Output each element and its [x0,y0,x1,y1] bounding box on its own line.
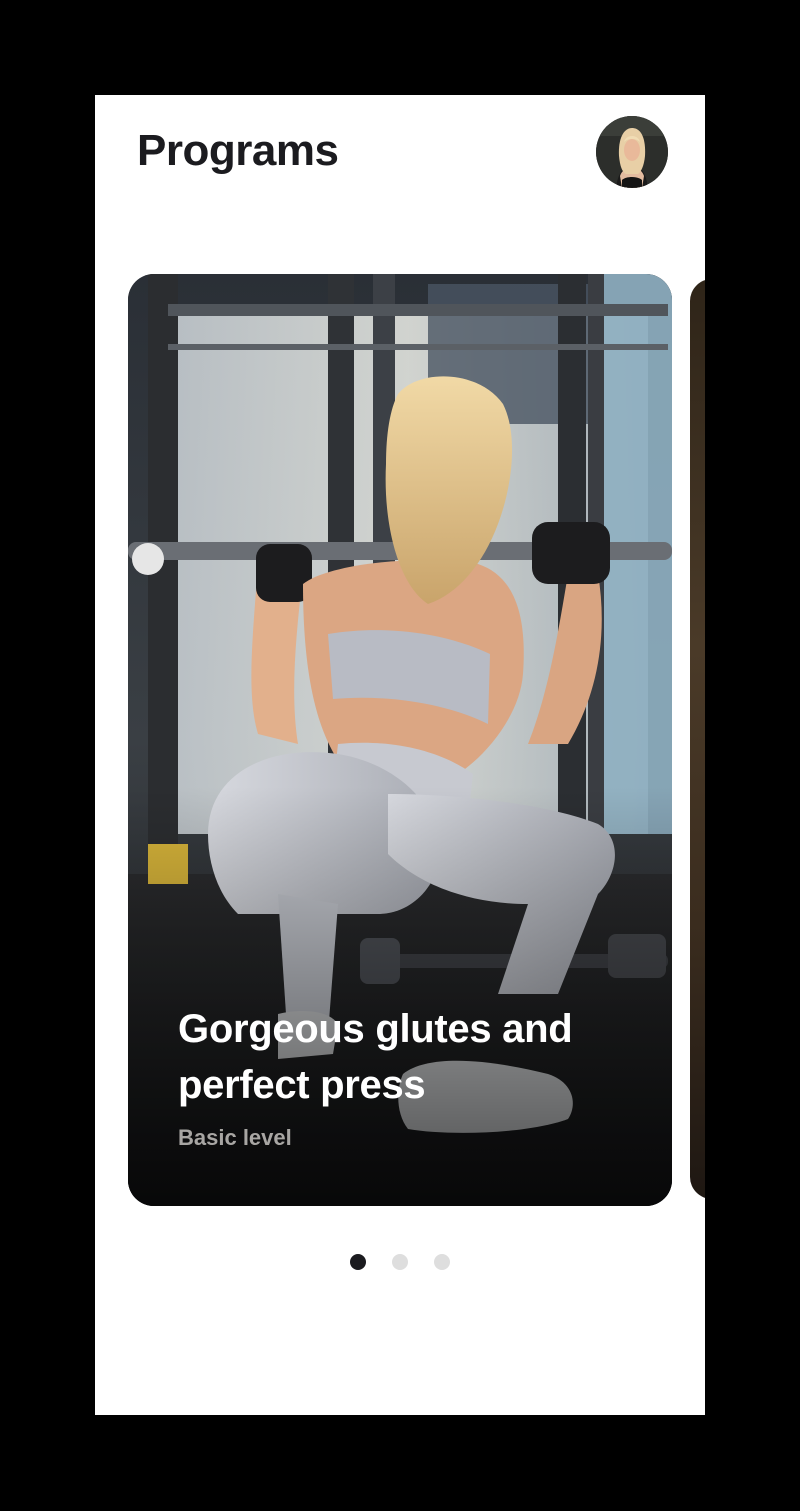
program-title: Gorgeous glutes and perfect press [178,1007,573,1107]
app-screen: Programs Gorgeous glutes and perfect pre… [95,95,705,1415]
programs-carousel[interactable]: Gorgeous glutes and perfect press Basic … [95,274,705,1206]
program-level: Basic level [178,1125,292,1150]
program-card[interactable]: Gorgeous glutes and perfect press Basic … [128,274,672,1206]
next-program-card[interactable] [690,279,705,1199]
page-title: Programs [137,126,339,175]
user-avatar[interactable] [596,116,668,188]
carousel-pager [95,1254,705,1274]
avatar-icon [596,116,668,188]
pager-dot-3[interactable] [434,1254,450,1270]
pager-dot-2[interactable] [392,1254,408,1270]
pager-dot-1[interactable] [350,1254,366,1270]
